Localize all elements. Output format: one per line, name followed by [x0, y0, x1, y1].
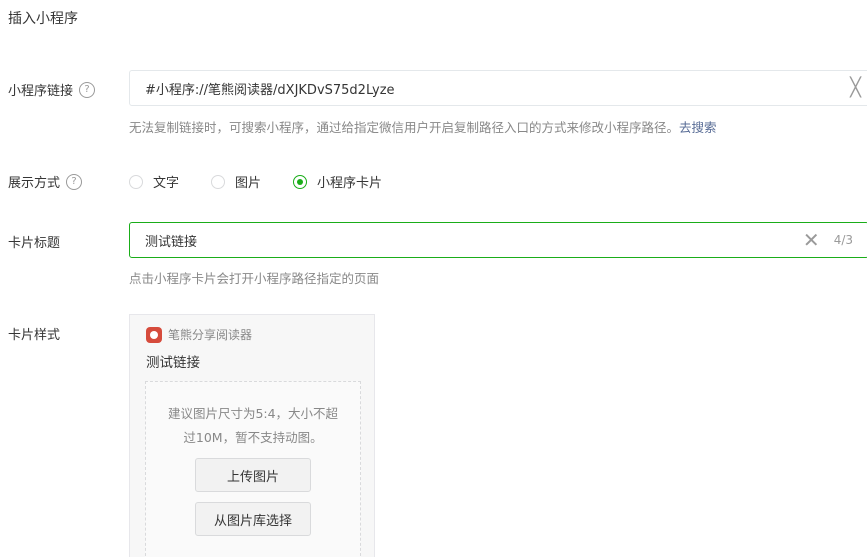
upload-tip-line: 过10M，暂不支持动图。	[183, 430, 323, 445]
char-counter: 4/3	[833, 233, 853, 247]
radio-circle-checked[interactable]	[293, 174, 308, 189]
card-title-input-value[interactable]: 测试链接	[145, 231, 803, 250]
radio-circle[interactable]	[211, 174, 226, 189]
card-title-hint: 点击小程序卡片会打开小程序路径指定的页面	[129, 271, 380, 286]
card-brand: 笔熊分享阅读器	[146, 326, 252, 343]
choose-from-library-button[interactable]: 从图片库选择	[195, 502, 311, 536]
miniprogram-link-input[interactable]: #小程序://笔熊阅读器/dXJKDvS75d2Lyze ╳	[129, 70, 867, 106]
miniprogram-card-preview: 笔熊分享阅读器 测试链接 建议图片尺寸为5:4，大小不超 过10M，暂不支持动图…	[129, 314, 375, 557]
card-title-label-group: 卡片标题	[8, 232, 60, 251]
insert-miniprogram-dialog: 插入小程序 小程序链接 ? #小程序://笔熊阅读器/dXJKDvS75d2Ly…	[0, 0, 867, 557]
radio-label[interactable]: 文字	[153, 172, 179, 191]
link-input-value[interactable]: #小程序://笔熊阅读器/dXJKDvS75d2Lyze	[145, 79, 850, 98]
upload-tip-line: 建议图片尺寸为5:4，大小不超	[167, 406, 339, 421]
page-title: 插入小程序	[8, 11, 78, 27]
card-preview-title: 测试链接	[146, 355, 200, 371]
link-hint-text: 无法复制链接时，可搜索小程序，通过给指定微信用户开启复制路径入口的方式来修改小程…	[129, 120, 680, 135]
search-link[interactable]: 去搜索	[679, 120, 717, 135]
radio-option-card[interactable]: 小程序卡片	[293, 172, 382, 191]
help-icon[interactable]: ?	[79, 81, 96, 98]
clear-icon[interactable]: ✕	[803, 230, 820, 250]
card-title-label: 卡片标题	[8, 236, 61, 251]
radio-label[interactable]: 图片	[235, 172, 261, 191]
radio-label[interactable]: 小程序卡片	[317, 172, 382, 191]
link-label: 小程序链接	[8, 84, 74, 99]
card-style-label: 卡片样式	[8, 328, 61, 343]
display-mode-label-group: 展示方式 ?	[8, 172, 83, 191]
radio-circle[interactable]	[129, 174, 143, 189]
upload-image-button[interactable]: 上传图片	[195, 458, 311, 492]
brand-logo-icon	[146, 326, 162, 343]
upload-tip: 建议图片尺寸为5:4，大小不超 过10M，暂不支持动图。	[154, 402, 352, 450]
display-mode-label: 展示方式	[8, 176, 61, 191]
card-title-input[interactable]: 测试链接 ✕ 4/3	[129, 222, 867, 258]
link-hint: 无法复制链接时，可搜索小程序，通过给指定微信用户开启复制路径入口的方式来修改小程…	[129, 117, 717, 136]
display-mode-radio-group: 文字 图片 小程序卡片	[129, 172, 414, 191]
help-icon[interactable]: ?	[66, 173, 83, 190]
clear-icon[interactable]: ╳	[850, 79, 861, 97]
link-label-group: 小程序链接 ?	[8, 80, 96, 99]
radio-option-image[interactable]: 图片	[211, 172, 261, 191]
cover-upload-area: 建议图片尺寸为5:4，大小不超 过10M，暂不支持动图。 上传图片 从图片库选择	[145, 381, 361, 557]
card-style-label-group: 卡片样式	[8, 324, 60, 343]
radio-option-text[interactable]: 文字	[129, 172, 179, 191]
brand-name: 笔熊分享阅读器	[168, 328, 253, 342]
